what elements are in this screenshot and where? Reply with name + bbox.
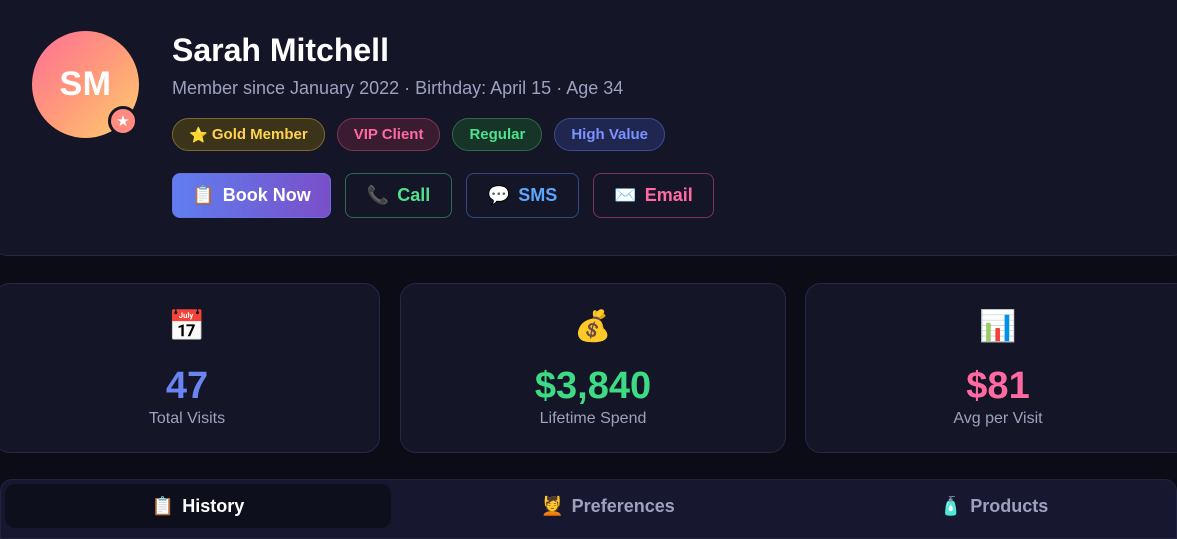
tag-regular: Regular <box>452 118 543 151</box>
envelope-icon: ✉️ <box>614 185 637 206</box>
tag-gold-member: ⭐ Gold Member <box>172 118 325 151</box>
tab-label: Preferences <box>571 495 675 516</box>
call-button[interactable]: 📞 Call <box>345 173 452 218</box>
face-massage-icon: 💆 <box>541 495 564 517</box>
action-bar: 📋 Book Now 📞 Call 💬 SMS ✉️ Email <box>172 173 714 218</box>
star-icon: ★ <box>108 106 138 136</box>
speech-bubble-icon: 💬 <box>487 185 511 206</box>
button-label: Call <box>397 185 431 205</box>
tab-preferences[interactable]: 💆 Preferences <box>401 484 815 528</box>
stat-label: Total Visits <box>148 410 226 427</box>
stat-card-avg-per-visit: 📊 $81 Avg per Visit <box>805 283 1177 453</box>
lotion-bottle-icon: 🧴 <box>939 495 963 517</box>
button-label: Email <box>644 185 693 205</box>
tag-label: VIP Client <box>353 126 424 143</box>
tab-label: Products <box>970 495 1049 516</box>
button-label: SMS <box>518 185 558 205</box>
tag-label: High Value <box>571 126 649 143</box>
button-label: Book Now <box>222 185 311 205</box>
tab-products[interactable]: 🧴 Products <box>801 484 1177 528</box>
stat-value: 47 <box>165 365 209 407</box>
tag-label: Gold Member <box>211 126 308 143</box>
tag-label: Regular <box>469 126 526 143</box>
star-icon: ⭐ <box>189 125 208 144</box>
avatar-initials: SM <box>59 65 112 103</box>
clipboard-icon: 📋 <box>192 185 215 206</box>
tag-high-value: High Value <box>554 118 666 151</box>
client-meta: Member since January 2022 · Birthday: Ap… <box>172 78 624 98</box>
sms-button[interactable]: 💬 SMS <box>466 173 579 218</box>
money-bag-icon: 💰 <box>574 309 612 344</box>
stat-label: Avg per Visit <box>953 410 1043 427</box>
stat-label: Lifetime Spend <box>539 410 647 427</box>
tab-history[interactable]: 📋 History <box>5 484 391 528</box>
stat-card-lifetime-spend: 💰 $3,840 Lifetime Spend <box>400 283 786 453</box>
stat-value: $3,840 <box>534 365 652 407</box>
tag-list: ⭐ Gold Member VIP Client Regular High Va… <box>172 118 666 151</box>
phone-icon: 📞 <box>366 185 390 206</box>
bar-chart-icon: 📊 <box>979 309 1017 344</box>
email-button[interactable]: ✉️ Email <box>593 173 714 218</box>
tab-bar: 📋 History 💆 Preferences 🧴 Products <box>0 479 1177 539</box>
tag-vip-client: VIP Client <box>336 118 441 151</box>
stat-card-total-visits: 📅 47 Total Visits <box>0 283 380 453</box>
client-name: Sarah Mitchell <box>172 32 389 68</box>
calendar-icon: 📅 <box>168 309 206 344</box>
stat-value: $81 <box>966 365 1030 407</box>
tab-label: History <box>182 495 245 516</box>
clipboard-icon: 📋 <box>151 495 175 517</box>
book-now-button[interactable]: 📋 Book Now <box>172 173 331 218</box>
